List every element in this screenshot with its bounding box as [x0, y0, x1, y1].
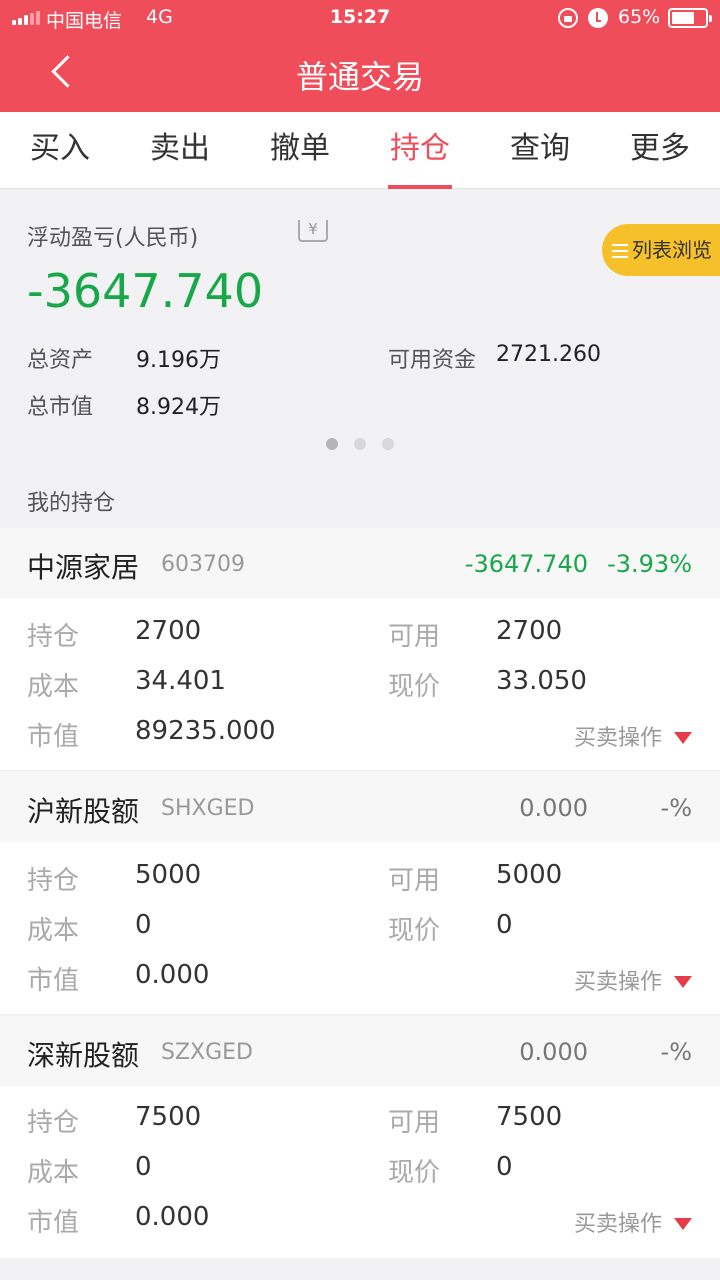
holding-header[interactable]: 沪新股额 SHXGED 0.000 -%	[0, 772, 720, 842]
trade-action-label: 买卖操作	[573, 1212, 662, 1237]
stock-code: SZXGED	[161, 1040, 253, 1065]
status-bar: 中国电信 4G 15:27 65%	[0, 0, 720, 38]
caret-down-icon	[674, 1218, 692, 1230]
value-value: 0.000	[135, 1202, 210, 1232]
battery-icon	[668, 8, 712, 28]
rotation-lock-icon	[558, 8, 578, 28]
status-time: 15:27	[329, 6, 391, 28]
tab-buy[interactable]: 买入	[0, 112, 120, 189]
cost-value: 0	[135, 910, 152, 940]
market-value-value: 8.924万	[136, 395, 221, 420]
holding-value: 7500	[135, 1102, 202, 1132]
available-value: 2700	[496, 616, 563, 646]
total-assets-label: 总资产	[27, 348, 94, 373]
floating-pl-label: 浮动盈亏(人民币)	[27, 226, 199, 251]
available-value: 7500	[496, 1102, 563, 1132]
stock-code: SHXGED	[161, 796, 255, 821]
page-title: 普通交易	[295, 58, 424, 96]
available-funds-label: 可用资金	[388, 348, 477, 373]
available-funds-value: 2721.260	[496, 342, 601, 367]
cost-value: 34.401	[135, 666, 226, 696]
cost-label: 成本	[27, 672, 80, 702]
top-bar: 中国电信 4G 15:27 65% 普通交易	[0, 0, 720, 112]
account-summary: 浮动盈亏(人民币) ¥ -3647.740 列表浏览 总资产 9.196万 可用…	[0, 190, 720, 466]
tab-positions[interactable]: 持仓	[360, 112, 480, 189]
holding-details: 持仓 7500 可用 7500 成本 0 现价 0 市值 0.000 买卖操作	[0, 1086, 720, 1258]
tab-cancel-order[interactable]: 撤单	[240, 112, 360, 189]
holding-header[interactable]: 中源家居 603709 -3647.740 -3.93%	[0, 528, 720, 598]
trade-action-label: 买卖操作	[573, 726, 662, 751]
price-value: 33.050	[496, 666, 587, 696]
list-view-label: 列表浏览	[632, 238, 712, 262]
caret-down-icon	[674, 732, 692, 744]
price-label: 现价	[388, 672, 441, 702]
price-label: 现价	[388, 916, 441, 946]
tab-query[interactable]: 查询	[480, 112, 600, 189]
stock-name: 深新股额	[27, 1039, 140, 1072]
page-dot	[382, 438, 394, 450]
cost-label: 成本	[27, 1158, 80, 1188]
holding-label: 持仓	[27, 1108, 80, 1138]
floating-pl-value: -3647.740	[27, 264, 264, 318]
list-icon	[612, 244, 628, 258]
available-label: 可用	[388, 622, 441, 652]
battery-percent: 65%	[618, 6, 661, 28]
trade-action-button[interactable]: 买卖操作	[574, 1206, 692, 1238]
my-positions-header: 我的持仓	[0, 466, 720, 528]
stock-pl-percent: -3.93%	[607, 550, 692, 578]
trade-action-label: 买卖操作	[573, 970, 662, 995]
value-label: 市值	[27, 966, 80, 996]
section-title: 我的持仓	[27, 491, 116, 516]
value-label: 市值	[27, 1208, 80, 1238]
holding-details: 持仓 5000 可用 5000 成本 0 现价 0 市值 0.000 买卖操作	[0, 842, 720, 1014]
holding-value: 2700	[135, 616, 202, 646]
list-view-button[interactable]: 列表浏览	[602, 224, 720, 276]
holding-label: 持仓	[27, 622, 80, 652]
tab-sell[interactable]: 卖出	[120, 112, 240, 189]
available-label: 可用	[388, 1108, 441, 1138]
stock-pl: 0.000	[519, 1038, 588, 1066]
page-dot	[354, 438, 366, 450]
cost-value: 0	[135, 1152, 152, 1182]
stock-name: 中源家居	[27, 551, 140, 584]
stock-code: 603709	[161, 552, 245, 577]
holding-value: 5000	[135, 860, 202, 890]
trade-action-button[interactable]: 买卖操作	[574, 964, 692, 996]
stock-pl-percent: -%	[660, 1038, 692, 1066]
holding-header[interactable]: 深新股额 SZXGED 0.000 -%	[0, 1016, 720, 1086]
stock-pl: -3647.740	[464, 550, 588, 578]
page-dot	[326, 438, 338, 450]
available-label: 可用	[388, 866, 441, 896]
price-value: 0	[496, 910, 513, 940]
value-label: 市值	[27, 722, 80, 752]
stock-pl-percent: -%	[660, 794, 692, 822]
stock-name: 沪新股额	[27, 795, 140, 828]
cost-label: 成本	[27, 916, 80, 946]
available-value: 5000	[496, 860, 563, 890]
tab-more[interactable]: 更多	[600, 112, 720, 189]
value-value: 89235.000	[135, 716, 276, 746]
price-label: 现价	[388, 1158, 441, 1188]
total-assets-value: 9.196万	[136, 348, 221, 373]
stock-pl: 0.000	[519, 794, 588, 822]
tab-bar: 买入 卖出 撤单 持仓 查询 更多	[0, 112, 720, 189]
trade-action-button[interactable]: 买卖操作	[574, 720, 692, 752]
caret-down-icon	[674, 976, 692, 988]
holding-label: 持仓	[27, 866, 80, 896]
alarm-icon	[588, 8, 608, 28]
holding-details: 持仓 2700 可用 2700 成本 34.401 现价 33.050 市值 8…	[0, 598, 720, 770]
price-value: 0	[496, 1152, 513, 1182]
value-value: 0.000	[135, 960, 210, 990]
market-value-label: 总市值	[27, 395, 94, 420]
currency-icon[interactable]: ¥	[298, 220, 328, 242]
